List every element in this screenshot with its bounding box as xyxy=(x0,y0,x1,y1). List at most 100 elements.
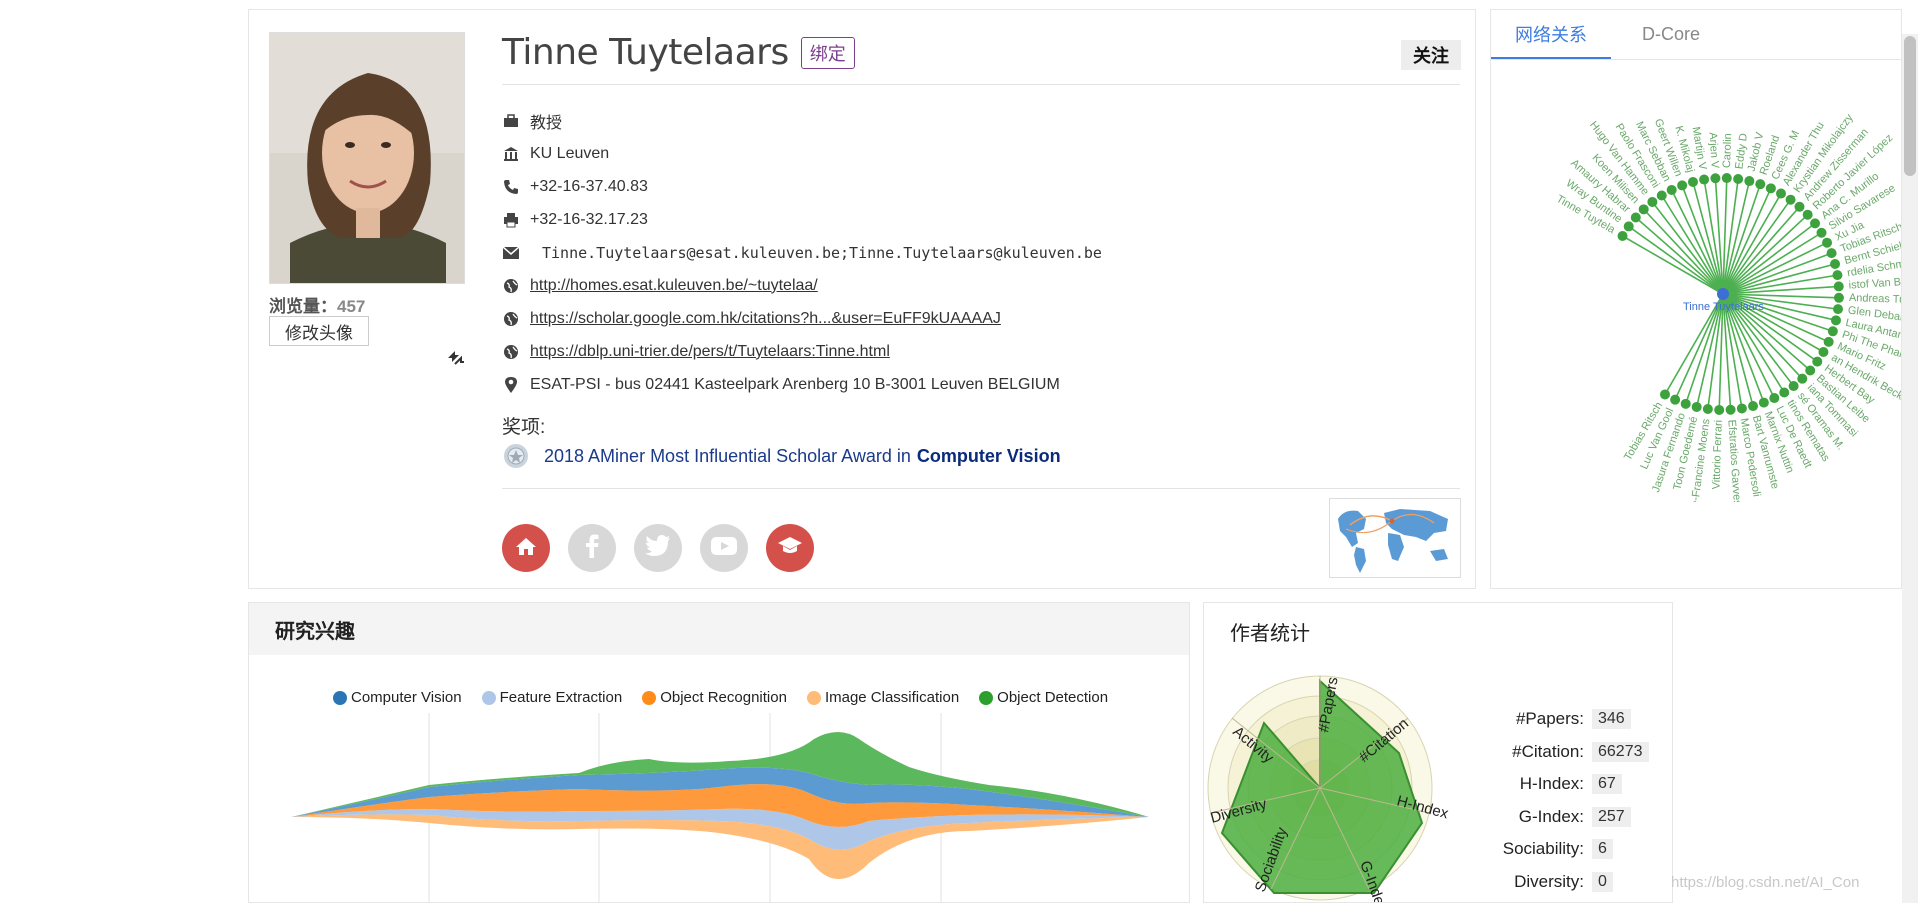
stat-row-sociability: Sociability: 6 xyxy=(1474,833,1649,866)
network-node[interactable] xyxy=(1660,389,1670,400)
award-item[interactable]: 2018 AMiner Most Influential Scholar Awa… xyxy=(502,442,1061,470)
network-node[interactable] xyxy=(1617,231,1628,241)
network-edge xyxy=(1628,225,1724,295)
network-node[interactable] xyxy=(1647,196,1658,207)
network-node[interactable] xyxy=(1832,270,1843,281)
network-node[interactable] xyxy=(1765,183,1776,194)
network-node[interactable] xyxy=(1830,258,1841,269)
network-node[interactable] xyxy=(1748,401,1759,412)
network-node[interactable] xyxy=(1666,184,1677,195)
tab-d-core[interactable]: D-Core xyxy=(1611,10,1731,59)
tab-network-relations[interactable]: 网络关系 xyxy=(1491,10,1611,59)
network-node[interactable] xyxy=(1638,204,1649,215)
stat-value: 346 xyxy=(1592,709,1631,730)
bind-button[interactable]: 绑定 xyxy=(800,36,855,69)
homepage-link[interactable]: http://homes.esat.kuleuven.be/~tuytelaa/ xyxy=(530,277,818,295)
fax-icon xyxy=(502,211,520,229)
network-node[interactable] xyxy=(1833,292,1844,303)
academic-button[interactable] xyxy=(766,524,814,572)
legend-item[interactable]: Object Detection xyxy=(979,689,1108,706)
coauthor-network-graph[interactable]: Tinne TuytelaWray BuntineAmaury HabrarKo… xyxy=(1491,62,1902,502)
network-node[interactable] xyxy=(1725,404,1736,415)
network-node[interactable] xyxy=(1769,393,1780,404)
email-text[interactable]: Tinne.Tuytelaars@esat.kuleuven.be;Tinne.… xyxy=(542,244,1102,262)
stat-row-h-index: H-Index: 67 xyxy=(1474,768,1649,801)
network-node[interactable] xyxy=(1714,404,1725,415)
facebook-button[interactable] xyxy=(568,524,616,572)
network-node[interactable] xyxy=(1755,179,1766,190)
scrollbar-thumb[interactable] xyxy=(1904,36,1916,176)
network-node[interactable] xyxy=(1827,326,1838,337)
network-node[interactable] xyxy=(1802,209,1813,220)
network-node-label[interactable]: Arjen V xyxy=(1707,132,1721,169)
network-node[interactable] xyxy=(1818,347,1829,357)
stats-radar-chart[interactable]: #Papers #Citation H-Index G-Index Sociab… xyxy=(1204,663,1464,903)
world-map-thumbnail[interactable] xyxy=(1329,498,1461,578)
dblp-row: https://dblp.uni-trier.de/pers/t/Tuytela… xyxy=(502,335,1102,368)
network-edge xyxy=(1722,206,1801,295)
change-avatar-button[interactable]: 修改头像 xyxy=(269,316,369,346)
network-node[interactable] xyxy=(1702,404,1713,415)
network-node[interactable] xyxy=(1830,315,1841,326)
network-node[interactable] xyxy=(1779,387,1790,398)
legend-dot xyxy=(333,690,347,705)
network-node[interactable] xyxy=(1733,173,1744,184)
stream-image-classification[interactable] xyxy=(291,814,1149,880)
network-node[interactable] xyxy=(1736,403,1747,414)
envelope-icon xyxy=(502,244,520,262)
stat-row-g-index: G-Index: 257 xyxy=(1474,801,1649,834)
network-node-label[interactable]: Carolin xyxy=(1721,133,1734,168)
globe-icon xyxy=(502,277,520,295)
legend-item[interactable]: Computer Vision xyxy=(333,689,462,706)
legend-item[interactable]: Image Classification xyxy=(806,689,959,706)
network-node[interactable] xyxy=(1699,174,1710,185)
contact-info: 教授 KU Leuven +32-16-37.40.83 +32-16-32.1… xyxy=(502,104,1102,401)
homepage-button[interactable] xyxy=(502,524,550,572)
network-node[interactable] xyxy=(1680,398,1691,409)
network-node[interactable] xyxy=(1687,176,1698,187)
research-interests-title: 研究兴趣 xyxy=(249,603,1189,655)
network-node[interactable] xyxy=(1833,304,1844,315)
network-node-label[interactable]: Vittorio Ferrari xyxy=(1711,420,1725,490)
network-node[interactable] xyxy=(1812,356,1823,367)
phone-icon xyxy=(502,178,520,196)
stats-table: #Papers: 346 #Citation: 66273 H-Index: 67 G… xyxy=(1474,703,1649,898)
network-node[interactable] xyxy=(1823,336,1834,347)
network-node[interactable] xyxy=(1776,188,1786,199)
network-node[interactable] xyxy=(1833,281,1844,292)
network-node[interactable] xyxy=(1785,194,1796,205)
interest-streamgraph[interactable] xyxy=(249,713,1190,903)
network-node[interactable] xyxy=(1691,401,1702,412)
dblp-link[interactable]: https://dblp.uni-trier.de/pers/t/Tuytela… xyxy=(530,343,890,361)
network-node[interactable] xyxy=(1816,227,1827,238)
network-node[interactable] xyxy=(1788,381,1799,392)
youtube-button[interactable] xyxy=(700,524,748,572)
network-node[interactable] xyxy=(1805,365,1816,376)
network-node[interactable] xyxy=(1670,394,1681,405)
network-center-node[interactable] xyxy=(1717,288,1729,300)
network-node[interactable] xyxy=(1630,212,1641,223)
legend-item[interactable]: Object Recognition xyxy=(642,689,787,706)
address-row: ESAT-PSI - bus 02441 Kasteelpark Arenber… xyxy=(502,368,1102,401)
network-node[interactable] xyxy=(1810,218,1821,229)
network-node[interactable] xyxy=(1710,173,1721,184)
network-node[interactable] xyxy=(1826,248,1837,259)
network-node[interactable] xyxy=(1721,173,1732,184)
collapse-arrows-icon[interactable] xyxy=(443,346,467,370)
network-node[interactable] xyxy=(1656,190,1667,201)
network-node[interactable] xyxy=(1797,373,1808,384)
network-node[interactable] xyxy=(1677,180,1688,191)
google-scholar-link[interactable]: https://scholar.google.com.hk/citations?… xyxy=(530,310,1001,328)
network-node[interactable] xyxy=(1794,201,1805,212)
follow-button[interactable]: 关注 xyxy=(1401,40,1461,70)
network-node[interactable] xyxy=(1758,397,1769,408)
research-interests-panel: 研究兴趣 Computer Vision Feature Extraction Ob… xyxy=(248,602,1190,903)
twitter-button[interactable] xyxy=(634,524,682,572)
network-node-label[interactable]: Andreas Turina xyxy=(1849,292,1902,306)
legend-item[interactable]: Feature Extraction xyxy=(481,689,622,706)
network-node[interactable] xyxy=(1623,221,1634,232)
network-node[interactable] xyxy=(1822,237,1833,248)
stat-label: Sociability: xyxy=(1502,839,1584,859)
network-node[interactable] xyxy=(1744,176,1755,187)
legend-dot xyxy=(979,690,994,705)
